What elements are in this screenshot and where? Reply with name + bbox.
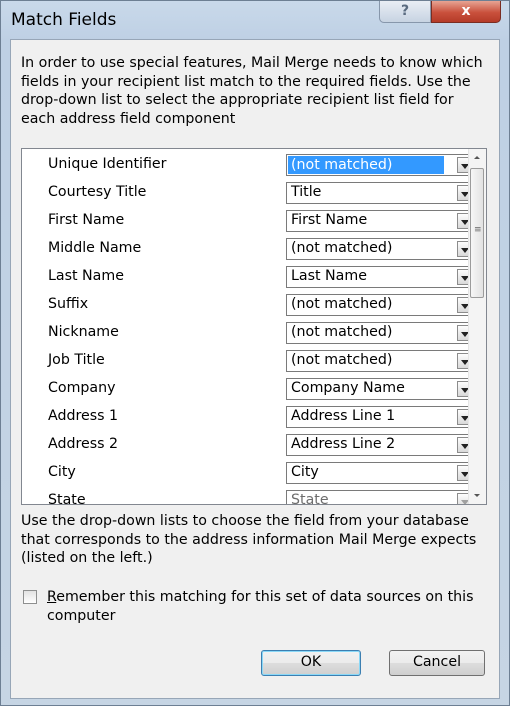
remember-label-accesskey: R bbox=[47, 589, 57, 605]
ok-button[interactable]: OK bbox=[261, 650, 361, 676]
field-label: Last Name bbox=[48, 268, 124, 284]
dropdown-value: (not matched) bbox=[291, 296, 393, 312]
field-label: Nickname bbox=[48, 324, 119, 340]
dropdown-value: First Name bbox=[291, 212, 368, 228]
dropdown-value: Address Line 1 bbox=[291, 408, 396, 424]
field-row: Address 1 Address Line 1 bbox=[22, 403, 476, 431]
field-row: Middle Name (not matched) bbox=[22, 235, 476, 263]
field-label: City bbox=[48, 464, 76, 480]
dropdown-value: (not matched) bbox=[288, 156, 444, 174]
field-label: Courtesy Title bbox=[48, 184, 147, 200]
help-button[interactable]: ? bbox=[379, 1, 431, 23]
field-match-dropdown[interactable]: (not matched) bbox=[286, 350, 476, 372]
intro-text: In order to use special features, Mail M… bbox=[21, 55, 483, 127]
instruction-text: Use the drop-down lists to choose the fi… bbox=[21, 513, 477, 566]
dropdown-value: Address Line 2 bbox=[291, 436, 396, 452]
dialog-body: In order to use special features, Mail M… bbox=[10, 39, 500, 699]
field-row: Last Name Last Name bbox=[22, 263, 476, 291]
dropdown-value: (not matched) bbox=[291, 324, 393, 340]
field-match-dropdown[interactable]: Address Line 2 bbox=[286, 434, 476, 456]
field-row: Job Title (not matched) bbox=[22, 347, 476, 375]
field-label: Address 1 bbox=[48, 408, 119, 424]
field-row: Unique Identifier (not matched) bbox=[22, 151, 476, 179]
dropdown-value: (not matched) bbox=[291, 352, 393, 368]
field-match-dropdown[interactable]: Title bbox=[286, 182, 476, 204]
cancel-button[interactable]: Cancel bbox=[389, 650, 485, 676]
field-label: Job Title bbox=[48, 352, 105, 368]
vertical-scrollbar[interactable]: ≡ bbox=[468, 149, 486, 504]
match-fields-dialog: Match Fields ? x In order to use special… bbox=[0, 0, 510, 706]
field-row: Courtesy Title Title bbox=[22, 179, 476, 207]
scrollbar-thumb[interactable]: ≡ bbox=[470, 168, 484, 298]
dropdown-value: Last Name bbox=[291, 268, 367, 284]
dropdown-value: State bbox=[291, 492, 329, 505]
dropdown-value: Company Name bbox=[291, 380, 405, 396]
field-row: Nickname (not matched) bbox=[22, 319, 476, 347]
scroll-up-arrow-icon[interactable] bbox=[469, 149, 486, 166]
field-row: Suffix (not matched) bbox=[22, 291, 476, 319]
field-match-dropdown[interactable]: Address Line 1 bbox=[286, 406, 476, 428]
field-label: Unique Identifier bbox=[48, 156, 167, 172]
field-label: Address 2 bbox=[48, 436, 119, 452]
field-match-dropdown[interactable]: (not matched) bbox=[286, 322, 476, 344]
field-row: Address 2 Address Line 2 bbox=[22, 431, 476, 459]
field-row: First Name First Name bbox=[22, 207, 476, 235]
close-button[interactable]: x bbox=[431, 1, 501, 23]
field-match-dropdown[interactable]: (not matched) bbox=[286, 238, 476, 260]
field-label: Middle Name bbox=[48, 240, 142, 256]
remember-label-text: emember this matching for this set of da… bbox=[47, 589, 474, 624]
field-label: Company bbox=[48, 380, 116, 396]
remember-label[interactable]: Remember this matching for this set of d… bbox=[47, 588, 493, 625]
field-match-dropdown[interactable]: Last Name bbox=[286, 266, 476, 288]
field-label: First Name bbox=[48, 212, 125, 228]
field-match-dropdown[interactable]: (not matched) bbox=[286, 154, 476, 176]
field-match-dropdown[interactable]: Company Name bbox=[286, 378, 476, 400]
dropdown-value: (not matched) bbox=[291, 240, 393, 256]
field-label: Suffix bbox=[48, 296, 89, 312]
dialog-title: Match Fields bbox=[11, 10, 117, 30]
field-match-dropdown[interactable]: (not matched) bbox=[286, 294, 476, 316]
remember-checkbox[interactable] bbox=[23, 590, 37, 604]
field-match-dropdown[interactable]: First Name bbox=[286, 210, 476, 232]
field-mapping-list[interactable]: Unique Identifier (not matched) Courtesy T… bbox=[21, 148, 487, 505]
dropdown-value: Title bbox=[291, 184, 322, 200]
dropdown-value: City bbox=[291, 464, 319, 480]
close-icon: x bbox=[461, 3, 471, 19]
field-row: Company Company Name bbox=[22, 375, 476, 403]
help-icon: ? bbox=[400, 3, 410, 19]
scroll-down-arrow-icon[interactable] bbox=[469, 487, 486, 504]
field-row: City City bbox=[22, 459, 476, 487]
scrollbar-grip-icon: ≡ bbox=[474, 225, 482, 235]
field-label: State bbox=[48, 492, 86, 505]
field-row: State State bbox=[22, 487, 476, 505]
field-match-dropdown[interactable]: State bbox=[286, 490, 476, 505]
field-match-dropdown[interactable]: City bbox=[286, 462, 476, 484]
title-bar[interactable]: Match Fields ? x bbox=[1, 1, 509, 39]
